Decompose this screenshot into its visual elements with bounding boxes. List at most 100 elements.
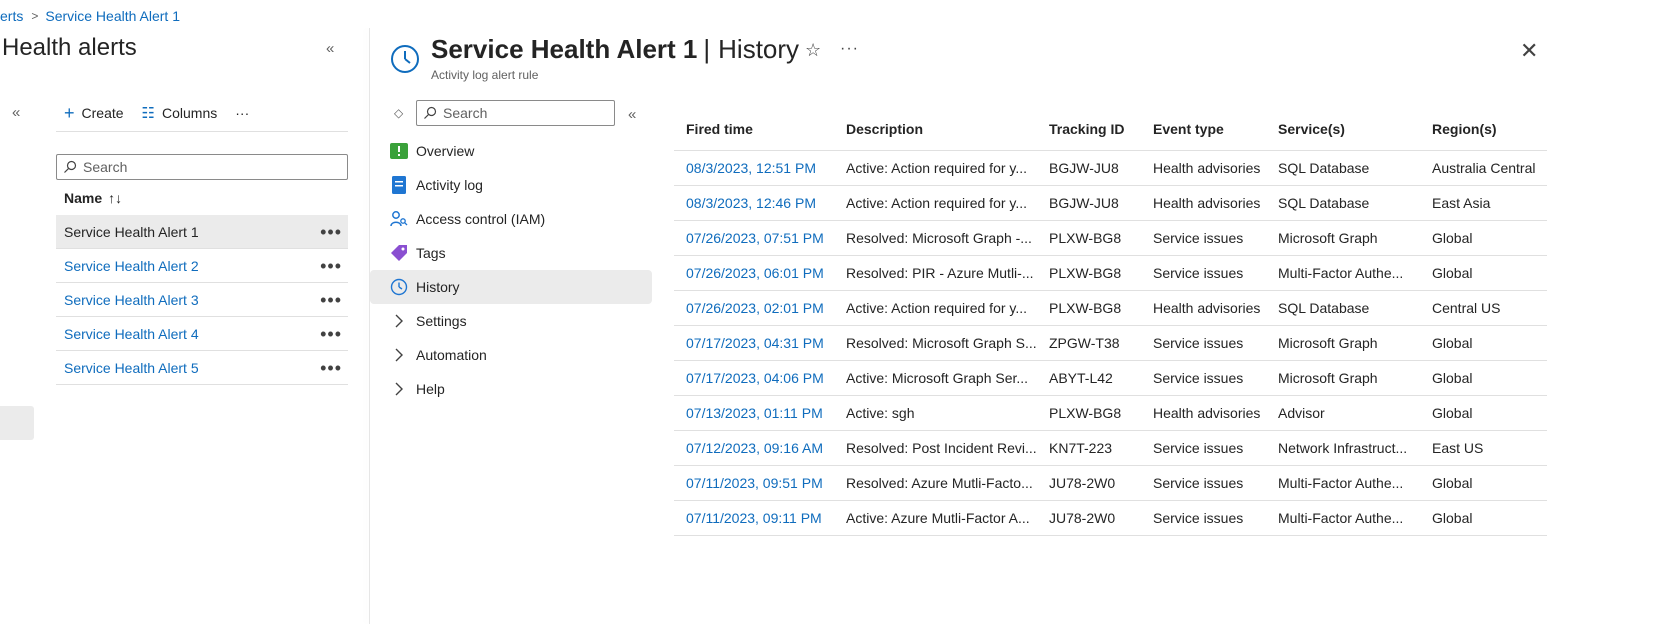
- event-type-cell: Service issues: [1141, 220, 1266, 256]
- services-cell: Network Infrastruct...: [1266, 430, 1420, 466]
- more-options-icon[interactable]: •••: [320, 223, 342, 241]
- description-cell: Active: Action required for y...: [834, 290, 1037, 326]
- expand-collapse-icon[interactable]: ◇: [394, 106, 403, 120]
- menu-item-label: Settings: [416, 313, 467, 329]
- fired-time-link[interactable]: 07/12/2023, 09:16 AM: [674, 430, 834, 466]
- menu-item-label: Activity log: [416, 177, 483, 193]
- column-header-description[interactable]: Description: [834, 108, 1037, 151]
- search-icon: [424, 106, 437, 119]
- more-options-icon[interactable]: •••: [320, 291, 342, 309]
- regions-cell: Global: [1420, 500, 1547, 536]
- columns-icon: ☷: [141, 104, 155, 122]
- services-cell: Multi-Factor Authe...: [1266, 500, 1420, 536]
- list-item[interactable]: Service Health Alert 4 •••: [56, 317, 348, 351]
- page-subtitle: Activity log alert rule: [431, 68, 539, 82]
- description-cell: Resolved: Microsoft Graph -...: [834, 220, 1037, 256]
- event-type-cell: Service issues: [1141, 465, 1266, 501]
- toolbar-more-button[interactable]: ···: [235, 105, 249, 121]
- event-type-cell: Health advisories: [1141, 150, 1266, 186]
- fired-time-link[interactable]: 08/3/2023, 12:51 PM: [674, 150, 834, 186]
- tracking-id-cell: PLXW-BG8: [1037, 290, 1141, 326]
- services-cell: SQL Database: [1266, 185, 1420, 221]
- alert-link[interactable]: Service Health Alert 4: [64, 326, 199, 342]
- table-row: 07/11/2023, 09:11 PM Active: Azure Mutli…: [674, 500, 1547, 536]
- list-item[interactable]: Service Health Alert 1 •••: [56, 215, 348, 249]
- table-row: 08/3/2023, 12:51 PM Active: Action requi…: [674, 150, 1547, 186]
- sort-icon: ↑↓: [108, 190, 123, 206]
- column-header-services[interactable]: Service(s): [1266, 108, 1420, 151]
- list-item[interactable]: Service Health Alert 2 •••: [56, 249, 348, 283]
- column-header-event-type[interactable]: Event type: [1141, 108, 1266, 151]
- column-header-tracking-id[interactable]: Tracking ID: [1037, 108, 1141, 151]
- close-icon[interactable]: ✕: [1520, 38, 1538, 64]
- history-table: Fired time Description Tracking ID Event…: [674, 108, 1547, 536]
- left-nav-selected-item[interactable]: [0, 406, 34, 440]
- regions-cell: Global: [1420, 465, 1547, 501]
- fired-time-link[interactable]: 08/3/2023, 12:46 PM: [674, 185, 834, 221]
- alert-link[interactable]: Service Health Alert 2: [64, 258, 199, 274]
- menu-search-input[interactable]: Search: [416, 100, 615, 126]
- table-row: 07/11/2023, 09:51 PM Resolved: Azure Mut…: [674, 465, 1547, 501]
- menu-item-settings[interactable]: Settings: [370, 304, 652, 338]
- services-cell: Multi-Factor Authe...: [1266, 465, 1420, 501]
- breadcrumb-parent-link[interactable]: erts: [0, 8, 23, 24]
- table-row: 07/26/2023, 02:01 PM Active: Action requ…: [674, 290, 1547, 326]
- table-row: 07/26/2023, 07:51 PM Resolved: Microsoft…: [674, 220, 1547, 256]
- menu-item-access-control[interactable]: Access control (IAM): [370, 202, 652, 236]
- alert-link[interactable]: Service Health Alert 5: [64, 360, 199, 376]
- alert-link[interactable]: Service Health Alert 1: [64, 224, 199, 240]
- fired-time-link[interactable]: 07/26/2023, 07:51 PM: [674, 220, 834, 256]
- create-button-label: Create: [81, 105, 124, 121]
- services-cell: Multi-Factor Authe...: [1266, 255, 1420, 291]
- alert-link[interactable]: Service Health Alert 3: [64, 292, 199, 308]
- name-column-label: Name: [64, 190, 103, 206]
- menu-item-activity-log[interactable]: Activity log: [370, 168, 652, 202]
- menu-item-label: Automation: [416, 347, 487, 363]
- regions-cell: Global: [1420, 255, 1547, 291]
- menu-item-history[interactable]: History: [370, 270, 652, 304]
- column-header-fired-time[interactable]: Fired time: [674, 108, 834, 151]
- more-options-icon[interactable]: •••: [320, 325, 342, 343]
- fired-time-link[interactable]: 07/26/2023, 02:01 PM: [674, 290, 834, 326]
- chevron-right-icon: [390, 312, 408, 330]
- activity-log-icon: [390, 176, 408, 194]
- regions-cell: Central US: [1420, 290, 1547, 326]
- fired-time-link[interactable]: 07/17/2023, 04:06 PM: [674, 360, 834, 396]
- collapse-menu-icon[interactable]: «: [628, 106, 636, 123]
- services-cell: Advisor: [1266, 395, 1420, 431]
- collapse-left-nav-icon[interactable]: «: [12, 104, 20, 121]
- overview-icon: [390, 142, 408, 160]
- fired-time-link[interactable]: 07/13/2023, 01:11 PM: [674, 395, 834, 431]
- regions-cell: Global: [1420, 395, 1547, 431]
- menu-item-label: Help: [416, 381, 445, 397]
- menu-item-automation[interactable]: Automation: [370, 338, 652, 372]
- description-cell: Active: Action required for y...: [834, 150, 1037, 186]
- fired-time-link[interactable]: 07/17/2023, 04:31 PM: [674, 325, 834, 361]
- toolbar-divider: [56, 131, 348, 132]
- collapse-left-blade-icon[interactable]: «: [326, 40, 334, 57]
- description-cell: Active: Action required for y...: [834, 185, 1037, 221]
- menu-item-tags[interactable]: Tags: [370, 236, 652, 270]
- tracking-id-cell: ZPGW-T38: [1037, 325, 1141, 361]
- tracking-id-cell: PLXW-BG8: [1037, 395, 1141, 431]
- left-search-input[interactable]: Search: [56, 154, 348, 180]
- description-cell: Active: Microsoft Graph Ser...: [834, 360, 1037, 396]
- name-column-header[interactable]: Name ↑↓: [64, 190, 122, 206]
- fired-time-link[interactable]: 07/11/2023, 09:11 PM: [674, 500, 834, 536]
- left-blade-title: Health alerts: [2, 34, 137, 61]
- tracking-id-cell: BGJW-JU8: [1037, 185, 1141, 221]
- menu-item-help[interactable]: Help: [370, 372, 652, 406]
- star-icon[interactable]: ☆: [805, 40, 821, 61]
- menu-item-overview[interactable]: Overview: [370, 134, 652, 168]
- fired-time-link[interactable]: 07/11/2023, 09:51 PM: [674, 465, 834, 501]
- list-item[interactable]: Service Health Alert 5 •••: [56, 351, 348, 385]
- create-button[interactable]: + Create: [64, 104, 124, 122]
- fired-time-link[interactable]: 07/26/2023, 06:01 PM: [674, 255, 834, 291]
- list-item[interactable]: Service Health Alert 3 •••: [56, 283, 348, 317]
- columns-button[interactable]: ☷ Columns: [142, 105, 218, 121]
- more-icon[interactable]: ···: [840, 40, 859, 58]
- more-options-icon[interactable]: •••: [320, 257, 342, 275]
- breadcrumb-current-link[interactable]: Service Health Alert 1: [45, 8, 180, 24]
- column-header-regions[interactable]: Region(s): [1420, 108, 1547, 151]
- more-options-icon[interactable]: •••: [320, 359, 342, 377]
